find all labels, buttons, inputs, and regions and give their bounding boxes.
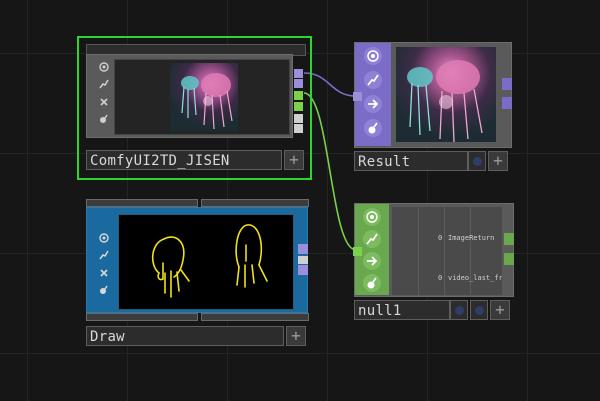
result-output-connector-2[interactable] <box>502 97 512 109</box>
draw-node-tab-bottom-right <box>201 313 309 321</box>
close-icon[interactable] <box>97 267 111 279</box>
comfy-node-add-button[interactable]: + <box>284 150 304 170</box>
result-node-add-button[interactable]: + <box>488 151 508 171</box>
comfy-node[interactable]: ComfyUI2TD_JISEN + <box>86 44 307 174</box>
comfy-node-name[interactable]: ComfyUI2TD_JISEN <box>86 150 282 170</box>
comfy-output-connector-4[interactable] <box>294 102 303 111</box>
null1-row-2-index: 0 <box>438 274 443 282</box>
viewer-icon[interactable] <box>97 61 111 73</box>
arrow-right-icon[interactable] <box>363 252 381 270</box>
yellow-jellyfish-sketch <box>151 224 268 298</box>
bypass-icon[interactable] <box>97 250 111 262</box>
null1-node-name[interactable]: null1 <box>354 300 450 320</box>
viewer-icon[interactable] <box>363 208 381 226</box>
null1-table-view: 0 ImageReturn 0 video_last_fr <box>392 207 502 295</box>
null1-row-2-label: video_last_fr <box>448 274 502 282</box>
draw-node-tab-right <box>201 199 309 207</box>
comfy-output-connector-6[interactable] <box>294 124 303 133</box>
null1-node-add-button[interactable]: + <box>490 300 510 320</box>
result-output-connector-1[interactable] <box>502 78 512 90</box>
result-node[interactable]: Result + <box>353 42 514 172</box>
draw-canvas[interactable] <box>118 214 294 310</box>
null1-viewer-toggle[interactable] <box>470 300 488 320</box>
draw-node-icon-strip <box>96 229 112 299</box>
comfy-node-icon-strip <box>96 58 112 128</box>
draw-output-connector-3[interactable] <box>298 265 308 275</box>
null1-output-connector-2[interactable] <box>504 253 514 265</box>
lock-icon[interactable] <box>364 119 382 137</box>
bypass-icon[interactable] <box>97 79 111 91</box>
null1-table-divider-1 <box>418 207 419 295</box>
null1-table-divider-2 <box>444 207 445 295</box>
viewer-icon[interactable] <box>97 232 111 244</box>
comfy-output-connector-5[interactable] <box>294 114 303 123</box>
result-display-toggle[interactable] <box>468 151 486 171</box>
result-input-connector[interactable] <box>353 92 362 101</box>
draw-node-tab-bottom-left <box>86 313 198 321</box>
draw-output-connector-2[interactable] <box>298 256 308 264</box>
lock-icon[interactable] <box>363 274 381 292</box>
null1-input-connector[interactable] <box>353 247 362 256</box>
viewer-icon[interactable] <box>364 47 382 65</box>
null1-output-connector-1[interactable] <box>504 233 514 245</box>
lock-icon[interactable] <box>97 114 111 126</box>
lock-icon[interactable] <box>97 285 111 297</box>
jellyfish-preview-image <box>170 63 238 131</box>
draw-node-tab-left <box>86 199 198 207</box>
null1-node[interactable]: 0 ImageReturn 0 video_last_fr null1 + <box>353 203 516 321</box>
null1-display-toggle[interactable] <box>450 300 468 320</box>
comfy-node-viewer <box>114 59 290 135</box>
draw-output-connector-1[interactable] <box>298 244 308 254</box>
draw-node-name[interactable]: Draw <box>86 326 284 346</box>
null1-row-1-label: ImageReturn <box>448 234 495 242</box>
draw-node-add-button[interactable]: + <box>286 326 306 346</box>
null1-row-1-index: 0 <box>438 234 443 242</box>
arrow-right-icon[interactable] <box>364 95 382 113</box>
comfy-output-connector-3[interactable] <box>294 91 303 100</box>
comfy-output-connector-1[interactable] <box>294 69 303 78</box>
bypass-icon[interactable] <box>364 71 382 89</box>
result-node-name[interactable]: Result <box>354 151 468 171</box>
result-preview-image <box>396 47 496 142</box>
draw-node[interactable]: Draw + <box>86 199 311 349</box>
comfy-output-connector-2[interactable] <box>294 79 303 88</box>
close-icon[interactable] <box>97 96 111 108</box>
bypass-icon[interactable] <box>363 230 381 248</box>
